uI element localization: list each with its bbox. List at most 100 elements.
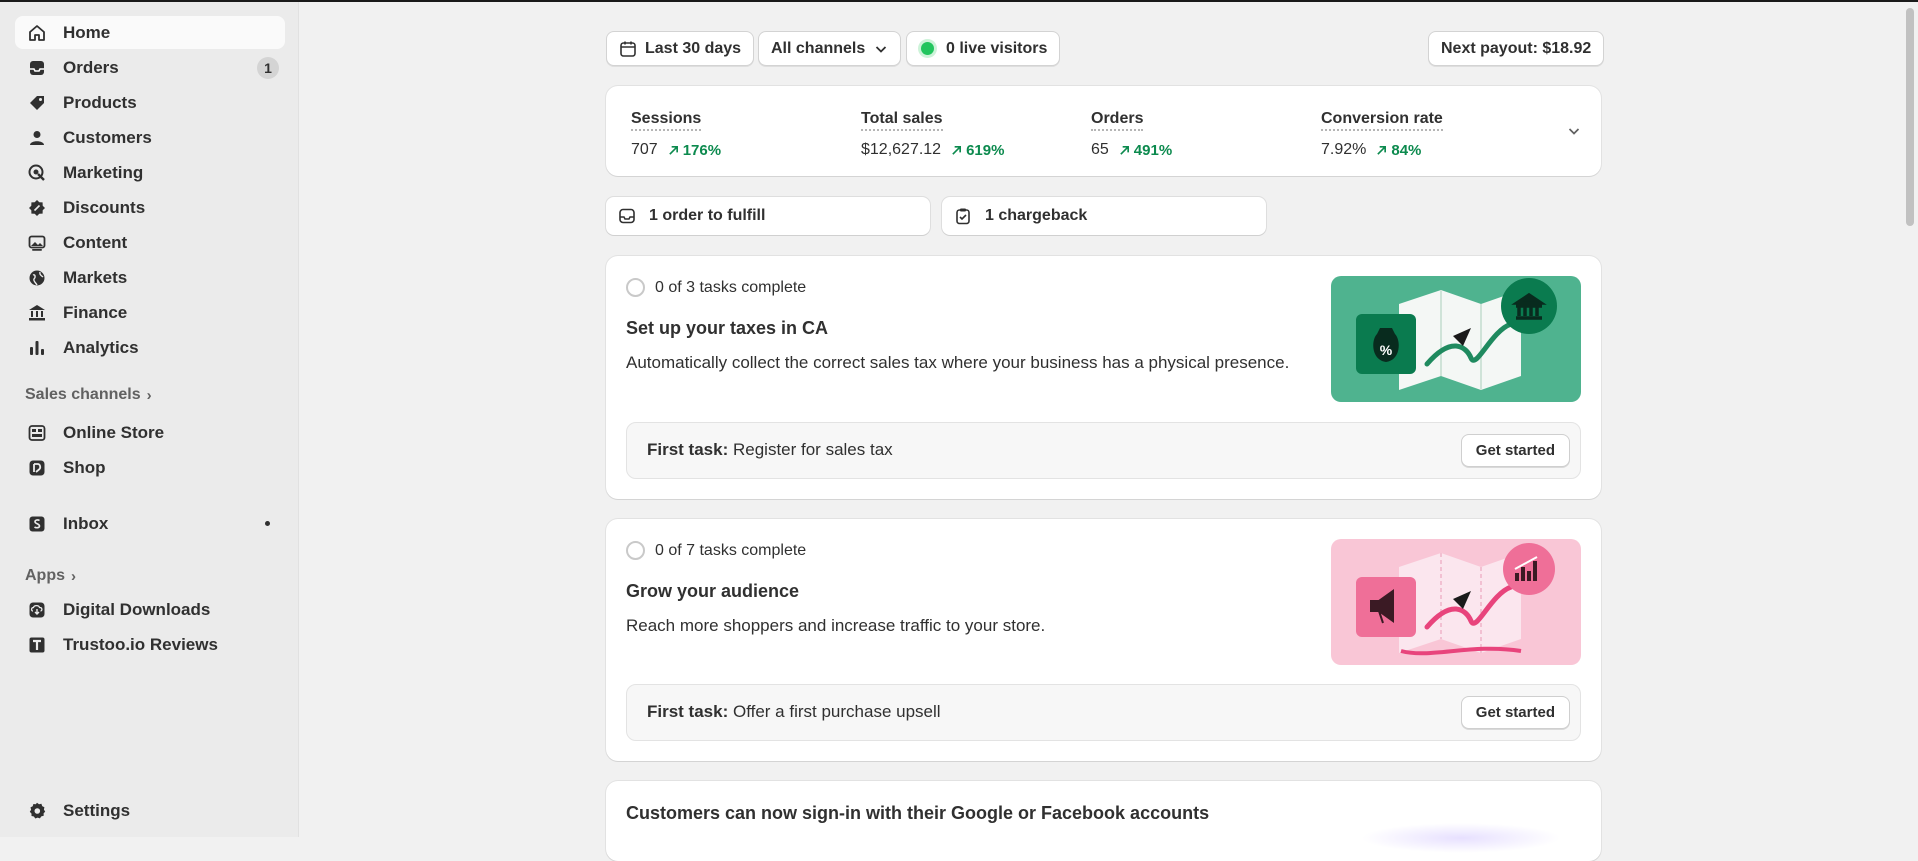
setup-title: Grow your audience xyxy=(626,581,800,601)
sidebar-item-content[interactable]: Content xyxy=(15,226,285,259)
inbox-icon xyxy=(619,208,635,224)
person-icon xyxy=(26,127,48,149)
chevron-down-icon xyxy=(874,42,888,56)
setup-description: Reach more shoppers and increase traffic… xyxy=(626,616,1046,635)
audience-map-icon xyxy=(1331,539,1581,665)
task-progress: 0 of 3 tasks complete xyxy=(626,278,806,297)
live-visitors-button[interactable]: 0 live visitors xyxy=(906,31,1061,66)
audience-illustration xyxy=(1331,539,1581,665)
inbox-icon xyxy=(26,57,48,79)
sidebar-item-marketing[interactable]: Marketing xyxy=(15,156,285,189)
sidebar-item-label: Settings xyxy=(63,800,131,820)
sidebar-item-label: Content xyxy=(63,232,128,252)
sidebar-item-label: Discounts xyxy=(63,197,146,217)
inbox-app-icon xyxy=(26,513,48,535)
orders-to-fulfill-button[interactable]: 1 order to fulfill xyxy=(606,197,930,235)
expand-metrics-icon[interactable] xyxy=(1567,124,1581,138)
sidebar-item-discounts[interactable]: Discounts xyxy=(15,191,285,224)
target-icon xyxy=(26,162,48,184)
setup-title: Set up your taxes in CA xyxy=(626,318,829,338)
sidebar-item-label: Home xyxy=(63,22,111,42)
sidebar: Home Orders 1 Products Customers Marketi… xyxy=(0,2,299,837)
sidebar-item-label: Customers xyxy=(63,127,152,147)
image-icon xyxy=(26,232,48,254)
channels-dropdown[interactable]: All channels xyxy=(758,31,902,66)
setup-card-taxes: 0 of 3 tasks complete Set up your taxes … xyxy=(606,256,1601,499)
calendar-icon xyxy=(620,41,636,57)
setup-card-audience: 0 of 7 tasks complete Grow your audience… xyxy=(606,519,1601,761)
sidebar-item-finance[interactable]: Finance xyxy=(15,296,285,329)
sidebar-item-customers[interactable]: Customers xyxy=(15,121,285,154)
clipboard-check-icon xyxy=(956,208,970,225)
first-task-row: First task: Offer a first purchase upsel… xyxy=(626,684,1581,741)
setup-description: Automatically collect the correct sales … xyxy=(626,353,1290,372)
sidebar-item-digital-downloads[interactable]: Digital Downloads xyxy=(15,593,285,626)
get-started-button[interactable]: Get started xyxy=(1460,696,1570,729)
announcement-card: Customers can now sign-in with their Goo… xyxy=(606,781,1601,861)
next-payout-button[interactable]: Next payout: $18.92 xyxy=(1428,31,1605,66)
taxes-illustration: % xyxy=(1331,276,1581,402)
sidebar-item-label: Digital Downloads xyxy=(63,599,211,619)
date-range-button[interactable]: Last 30 days xyxy=(606,31,755,66)
svg-text:%: % xyxy=(1380,342,1393,358)
sidebar-item-online-store[interactable]: Online Store xyxy=(15,416,285,449)
sidebar-item-orders[interactable]: Orders 1 xyxy=(15,51,285,84)
sidebar-item-label: Markets xyxy=(63,267,128,287)
scrollbar-thumb[interactable] xyxy=(1906,8,1914,226)
sidebar-item-shop[interactable]: Shop xyxy=(15,451,285,484)
arrow-up-right-icon xyxy=(668,145,678,155)
sidebar-item-label: Finance xyxy=(63,302,128,322)
chevron-right-icon: › xyxy=(71,567,76,585)
sales-channels-header[interactable]: Sales channels › xyxy=(25,386,152,404)
page-scrollbar[interactable] xyxy=(1902,2,1918,837)
metric-total-sales[interactable]: Total sales $12,627.12 619% xyxy=(861,110,1004,159)
home-icon xyxy=(26,22,48,44)
first-task-row: First task: Register for sales tax Get s… xyxy=(626,422,1581,479)
download-icon xyxy=(26,599,48,621)
live-status-dot xyxy=(921,42,934,55)
sidebar-item-label: Products xyxy=(63,92,137,112)
get-started-button[interactable]: Get started xyxy=(1460,434,1570,467)
metrics-card: Sessions 707 176% Total sales $12,627.12 6… xyxy=(606,86,1601,176)
trustoo-icon xyxy=(26,634,48,656)
shop-icon xyxy=(26,457,48,479)
sidebar-item-settings[interactable]: Settings xyxy=(15,794,285,827)
chevron-right-icon: › xyxy=(146,386,152,404)
sidebar-item-trustoo-reviews[interactable]: Trustoo.io Reviews xyxy=(15,628,285,661)
apps-header[interactable]: Apps › xyxy=(25,567,76,585)
progress-circle-icon xyxy=(626,541,645,560)
gear-icon xyxy=(26,800,48,822)
globe-icon xyxy=(26,267,48,289)
metric-orders[interactable]: Orders 65 491% xyxy=(1091,110,1172,159)
tax-map-icon: % xyxy=(1331,276,1581,402)
sidebar-item-products[interactable]: Products xyxy=(15,86,285,119)
task-progress: 0 of 7 tasks complete xyxy=(626,541,806,560)
metric-sessions[interactable]: Sessions 707 176% xyxy=(631,110,721,159)
sidebar-item-label: Marketing xyxy=(63,162,144,182)
sidebar-item-markets[interactable]: Markets xyxy=(15,261,285,294)
sidebar-item-home[interactable]: Home xyxy=(15,16,285,49)
arrow-up-right-icon xyxy=(952,145,962,155)
sidebar-item-label: Orders xyxy=(63,57,119,77)
metric-conversion-rate[interactable]: Conversion rate 7.92% 84% xyxy=(1321,110,1443,159)
arrow-up-right-icon xyxy=(1377,145,1387,155)
sidebar-item-analytics[interactable]: Analytics xyxy=(15,331,285,364)
sidebar-item-label: Online Store xyxy=(63,422,165,442)
arrow-up-right-icon xyxy=(1120,145,1129,155)
sidebar-item-inbox[interactable]: Inbox xyxy=(15,507,285,540)
sidebar-item-label: Shop xyxy=(63,457,106,477)
bank-icon xyxy=(26,302,48,324)
tag-icon xyxy=(26,92,48,114)
unread-indicator xyxy=(265,521,270,526)
announcement-title: Customers can now sign-in with their Goo… xyxy=(626,803,1210,823)
progress-circle-icon xyxy=(626,278,645,297)
chargeback-button[interactable]: 1 chargeback xyxy=(942,197,1266,235)
sidebar-item-label: Inbox xyxy=(63,513,109,533)
store-icon xyxy=(26,422,48,444)
sidebar-item-label: Analytics xyxy=(63,337,139,357)
orders-count-badge: 1 xyxy=(257,57,279,79)
bar-chart-icon xyxy=(26,337,48,359)
announcement-illustration xyxy=(1361,823,1561,853)
discount-icon xyxy=(26,197,48,219)
sidebar-item-label: Trustoo.io Reviews xyxy=(63,634,218,654)
